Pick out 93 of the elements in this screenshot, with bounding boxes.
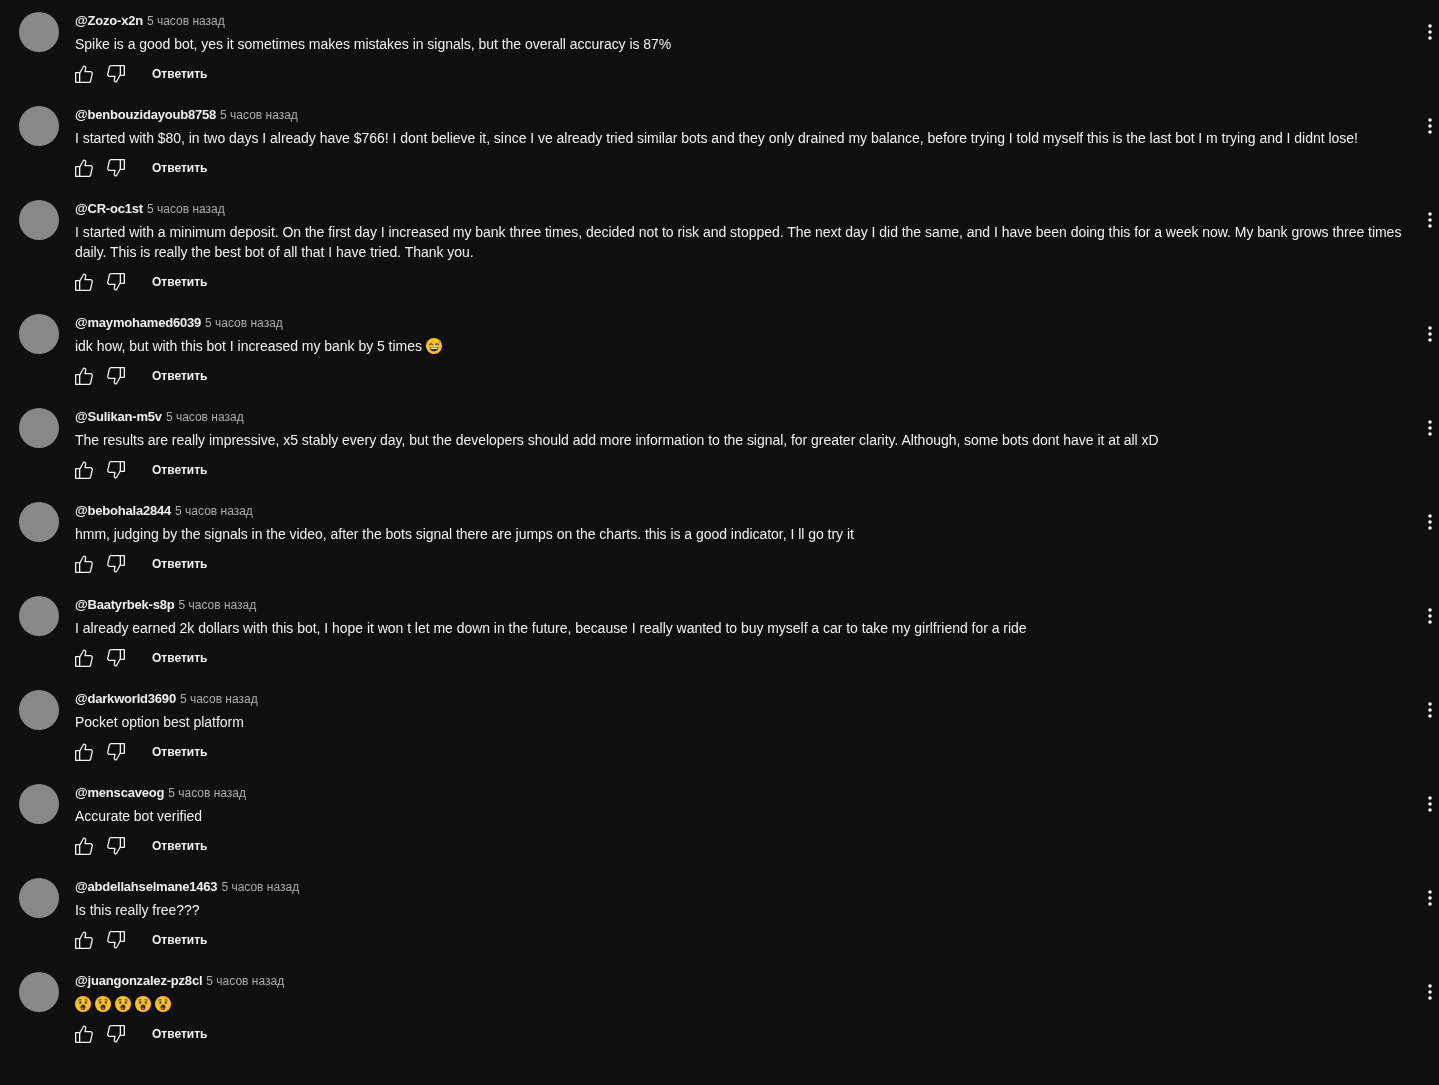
comment-time[interactable]: 5 часов назад [165, 408, 244, 426]
thumbs-down-icon[interactable] [107, 743, 125, 761]
comment-text: Spike is a good bot, yes it sometimes makes mistakes in signals, but the overall accuracy is 87% [75, 35, 672, 54]
comment-time[interactable]: 5 часов назад [221, 878, 300, 896]
sweat-smile-emoji-icon [425, 338, 442, 354]
thumbs-up-icon[interactable] [75, 461, 93, 479]
vertical-dots-icon[interactable] [1428, 118, 1432, 134]
reply-button[interactable]: Ответить [152, 1026, 208, 1042]
avatar-placeholder [19, 106, 59, 146]
thumbs-up-icon[interactable] [75, 555, 93, 573]
comment-text: Accurate bot verified [75, 807, 202, 826]
avatar-placeholder [19, 596, 59, 636]
reply-button[interactable]: Ответить [152, 368, 208, 384]
thumbs-up-icon[interactable] [75, 1025, 93, 1043]
comment-text: I started with $80, in two days I already have $766! I dont believe it, since I ve already tried similar bots and they only drained my balance, before trying I told myself this is the last bot I m trying and I didnt lose! [75, 129, 1358, 148]
comment-text: Is this really free??? [75, 901, 200, 920]
vertical-dots-icon[interactable] [1428, 420, 1432, 436]
thumbs-down-icon[interactable] [107, 367, 125, 385]
comment-time[interactable]: 5 часов назад [146, 200, 225, 218]
comment-time[interactable]: 5 часов назад [168, 784, 247, 802]
vertical-dots-icon[interactable] [1428, 24, 1432, 40]
reply-button[interactable]: Ответить [152, 838, 208, 854]
vertical-dots-icon[interactable] [1428, 702, 1432, 718]
thumbs-up-icon[interactable] [75, 649, 93, 667]
thumbs-down-icon[interactable] [107, 555, 125, 573]
thumbs-down-icon[interactable] [107, 273, 125, 291]
comment-author[interactable]: @bebohala2844 [75, 502, 172, 520]
comment-text: I already earned 2k dollars with this bot, I hope it won t let me down in the future, because I really wanted to buy myself a car to take my girlfriend for a ride [75, 619, 1027, 638]
comment-author[interactable]: @juangonzalez-pz8cl [75, 972, 203, 990]
comment-author[interactable]: @CR-oc1st [75, 200, 143, 218]
comment-text: hmm, judging by the signals in the video, after the bots signal there are jumps on the charts. this is a good indicator, I ll go try it [75, 525, 854, 544]
comment-time[interactable]: 5 часов назад [146, 12, 225, 30]
comment-text: The results are really impressive, x5 stably every day, but the developers should add more information to the signal, for greater clarity. Although, some bots dont have it at all xD [75, 431, 1159, 450]
comment-text: Pocket option best platform [75, 713, 244, 732]
thumbs-down-icon[interactable] [107, 159, 125, 177]
thumbs-down-icon[interactable] [107, 461, 125, 479]
surprised-face-icon [135, 996, 151, 1012]
vertical-dots-icon[interactable] [1428, 514, 1432, 530]
avatar-placeholder [19, 690, 59, 730]
comment-author[interactable]: @Sulikan-m5v [75, 408, 162, 426]
thumbs-down-icon[interactable] [107, 1025, 125, 1043]
thumbs-down-icon[interactable] [107, 837, 125, 855]
comment-text: idk how, but with this bot I increased my bank by 5 times [75, 337, 422, 356]
comment-author[interactable]: @Zozo-x2n [75, 12, 143, 30]
comment-time[interactable]: 5 часов назад [178, 596, 257, 614]
thumbs-up-icon[interactable] [75, 367, 93, 385]
vertical-dots-icon[interactable] [1428, 326, 1432, 342]
thumbs-up-icon[interactable] [75, 273, 93, 291]
reply-button[interactable]: Ответить [152, 462, 208, 478]
surprised-face-icon [95, 996, 111, 1012]
comment-time[interactable]: 5 часов назад [206, 972, 285, 990]
reply-button[interactable]: Ответить [152, 160, 208, 176]
comment-author[interactable]: @abdellahselmane1463 [75, 878, 218, 896]
surprised-face-icon [115, 996, 131, 1012]
comment-time[interactable]: 5 часов назад [175, 502, 253, 520]
thumbs-down-icon[interactable] [107, 931, 125, 949]
avatar-placeholder [19, 12, 59, 52]
thumbs-down-icon[interactable] [107, 649, 125, 667]
avatar-placeholder [19, 408, 59, 448]
comment-time[interactable]: 5 часов назад [205, 314, 283, 332]
comment-author[interactable]: @benbouzidayoub8758 [75, 106, 217, 124]
reply-button[interactable]: Ответить [152, 556, 208, 572]
comment-author[interactable]: @Baatyrbek-s8p [75, 596, 175, 614]
reply-button[interactable]: Ответить [152, 274, 208, 290]
avatar-placeholder [19, 784, 59, 824]
thumbs-up-icon[interactable] [75, 837, 93, 855]
thumbs-up-icon[interactable] [75, 159, 93, 177]
avatar-placeholder [19, 200, 59, 240]
reply-button[interactable]: Ответить [152, 932, 208, 948]
comment-text: I started with a minimum deposit. On the first day I increased my bank three times, decided not to risk and stopped. The next day I did the same, and I have been doing this for a week now. My bank grows three times daily. This is really the best bot of all that I have tried. Thank you. [75, 223, 1403, 262]
vertical-dots-icon[interactable] [1428, 984, 1432, 1000]
comment-time[interactable]: 5 часов назад [179, 690, 258, 708]
vertical-dots-icon[interactable] [1428, 796, 1432, 812]
avatar-placeholder [19, 878, 59, 918]
comment-author[interactable]: @maymohamed6039 [75, 314, 202, 332]
vertical-dots-icon[interactable] [1428, 890, 1432, 906]
surprised-face-icon [75, 996, 91, 1012]
reply-button[interactable]: Ответить [152, 66, 208, 82]
vertical-dots-icon[interactable] [1428, 608, 1432, 624]
comment-time[interactable]: 5 часов назад [220, 106, 298, 124]
surprised-face-icon [155, 996, 171, 1012]
avatar-placeholder [19, 314, 59, 354]
thumbs-up-icon[interactable] [75, 743, 93, 761]
reply-button[interactable]: Ответить [152, 650, 208, 666]
vertical-dots-icon[interactable] [1428, 212, 1432, 228]
comment-author[interactable]: @menscaveog [75, 784, 165, 802]
avatar-placeholder [19, 502, 59, 542]
thumbs-down-icon[interactable] [107, 65, 125, 83]
comment-author[interactable]: @darkworld3690 [75, 690, 176, 708]
thumbs-up-icon[interactable] [75, 931, 93, 949]
avatar-placeholder [19, 972, 59, 1012]
reply-button[interactable]: Ответить [152, 744, 208, 760]
thumbs-up-icon[interactable] [75, 65, 93, 83]
